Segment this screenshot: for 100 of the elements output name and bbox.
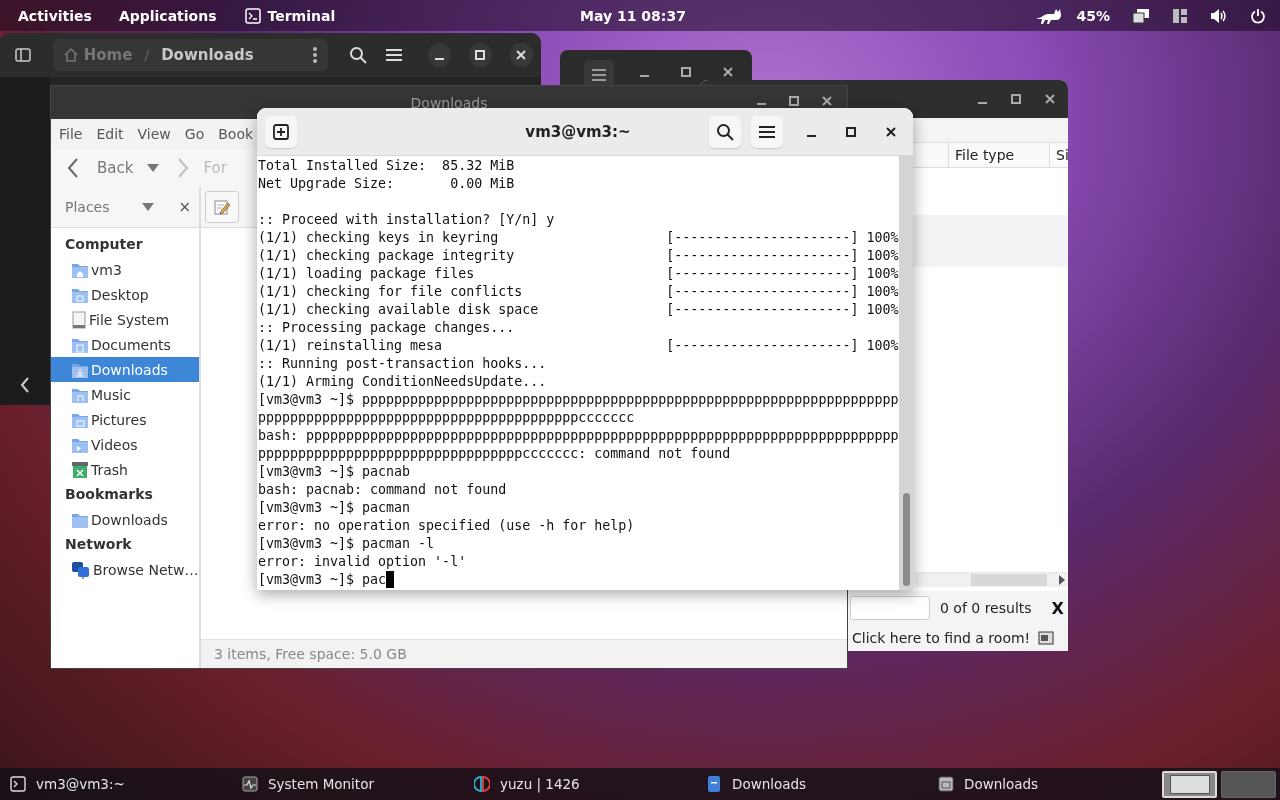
activities-button[interactable]: Activities [9, 7, 101, 24]
system-monitor-icon [242, 776, 258, 792]
terminal-line: bash: pacnab: command not found [258, 481, 508, 499]
back-button[interactable]: Back [67, 158, 134, 178]
terminal-line: [vm3@vm3 ~]$ pacman -l [258, 535, 436, 553]
close-icon [515, 49, 528, 61]
taskbar-item[interactable]: Downloads [696, 776, 928, 792]
terminal-line: bash: pppppppppppppppppppppppppppppppppppppppppppppppppppppppppppppppppppppppppp [258, 427, 899, 445]
taskbar-item[interactable]: System Monitor [232, 776, 464, 792]
terminal-line: [vm3@vm3 ~]$ ppppppppppppppppppppppppppppppppppppppppppppppppppppppppppppppppppp [258, 391, 899, 409]
power-icon[interactable] [1250, 7, 1266, 24]
maximize-icon [1010, 93, 1022, 105]
path-separator: / [144, 47, 150, 63]
sidebar-item[interactable]: Trash [51, 457, 199, 482]
sidebar-item[interactable]: Desktop [51, 282, 199, 307]
search-icon [348, 46, 367, 64]
terminal-line: :: Processing package changes... [258, 319, 516, 337]
taskbar-item[interactable]: Downloads [928, 776, 1160, 792]
sidebar-item[interactable]: vm3 [51, 257, 199, 282]
menu-item[interactable]: View [133, 126, 175, 142]
battery-percentage: 45% [1076, 7, 1110, 24]
progress-percent: 100% [866, 229, 899, 247]
maximize-icon [680, 66, 692, 78]
windows-icon[interactable] [1132, 7, 1150, 24]
app-menu[interactable]: Terminal [235, 7, 345, 24]
file-cabinet-icon [938, 776, 954, 792]
terminal-line: Net Upgrade Size: 0.00 MiB [258, 175, 516, 193]
terminal-line: (1/1) reinstalling mesa [258, 337, 444, 355]
game-controller-icon [474, 776, 490, 792]
close-icon [821, 95, 833, 107]
terminal-input-line: [vm3@vm3 ~]$ pac [258, 571, 387, 589]
window-title: Downloads [410, 94, 488, 111]
terminal-line: (1/1) checking for file conflicts [258, 283, 524, 301]
dropdown-arrow-icon[interactable] [147, 164, 160, 172]
more-options-icon[interactable] [312, 46, 319, 64]
sidebar-item[interactable]: Videos [51, 432, 199, 457]
close-search-button[interactable]: X [1051, 598, 1064, 618]
places-dropdown[interactable]: Places [65, 199, 110, 215]
terminal-line: Total Installed Size: 85.32 MiB [258, 157, 516, 175]
menu-button[interactable] [751, 115, 783, 148]
trash-icon [71, 460, 89, 479]
search-field[interactable] [850, 596, 930, 620]
taskbar-item[interactable]: yuzu | 1426 [464, 776, 696, 792]
window-title: vm3@vm3:~ [524, 122, 632, 141]
minimize-icon [977, 102, 987, 104]
results-count: 0 of 0 results [940, 600, 1032, 616]
maximize-button[interactable] [786, 94, 802, 108]
menu-item[interactable]: Edit [92, 126, 128, 142]
workspace-thumbnail[interactable] [1221, 770, 1276, 798]
section-heading: Network [64, 535, 133, 554]
applications-menu[interactable]: Applications [109, 7, 226, 24]
sidebar-item[interactable]: Documents [51, 332, 199, 357]
close-sidebar-button[interactable]: × [178, 198, 191, 216]
sidebar-item[interactable]: Downloads [51, 357, 199, 382]
tiling-layout-icon[interactable] [1172, 7, 1188, 24]
column-header[interactable]: File type [948, 143, 1049, 167]
drive-icon [71, 310, 87, 329]
terminal-line: :: Running post-transaction hooks... [258, 355, 548, 373]
close-icon [1044, 93, 1056, 105]
terminal-line: error: no operation specified (use -h for help) [258, 517, 636, 535]
terminal-line: (1/1) checking keys in keyring [258, 229, 500, 247]
menu-icon [385, 48, 404, 62]
clock[interactable]: May 11 08:37 [571, 7, 695, 24]
new-tab-button[interactable] [265, 115, 297, 148]
scroll-right-icon[interactable] [1059, 575, 1065, 585]
close-button[interactable] [509, 43, 533, 67]
sidebar-item[interactable]: Music [51, 382, 199, 407]
progress-percent: 100% [866, 247, 899, 265]
minimize-icon [806, 134, 816, 137]
vertical-scrollbar[interactable] [899, 156, 913, 590]
search-icon [716, 122, 734, 141]
progress-bar-text: [----------------------] [666, 301, 859, 319]
window-icon[interactable] [1038, 631, 1055, 645]
menu-icon [591, 69, 607, 81]
sidebar-item[interactable]: File System [51, 307, 199, 332]
menu-item[interactable]: File [55, 126, 87, 142]
taskbar-item[interactable]: vm3@vm3:~ [0, 776, 232, 792]
search-button[interactable] [709, 115, 741, 148]
terminal-icon [10, 776, 26, 792]
close-icon [722, 66, 734, 78]
horizontal-scrollbar[interactable] [915, 572, 1068, 587]
sidebar-item[interactable]: Pictures [51, 407, 199, 432]
edit-location-button[interactable] [205, 191, 239, 223]
volume-icon[interactable] [1210, 7, 1228, 24]
terminal-line: (1/1) Arming ConditionNeedsUpdate... [258, 373, 548, 391]
dropdown-arrow-icon[interactable] [142, 203, 155, 211]
column-header[interactable]: Si [1049, 143, 1068, 167]
maximize-button[interactable] [468, 43, 492, 67]
sidebar-item[interactable]: Downloads [51, 507, 199, 532]
minimize-button[interactable] [427, 43, 451, 67]
path-segment[interactable]: Downloads [161, 46, 254, 64]
new-tab-icon [273, 123, 289, 140]
section-heading: Bookmarks [64, 485, 154, 504]
progress-bar-text: [----------------------] [666, 247, 859, 265]
menu-item[interactable]: Book [214, 126, 258, 142]
close-button[interactable] [819, 94, 835, 108]
terminal-line: (1/1) loading package files [258, 265, 476, 283]
terminal-line: pppppppppppppppppppppppppppppppppccccccc: command not found [258, 445, 732, 463]
sidebar-item[interactable]: Browse Netw… [51, 557, 199, 582]
menu-item[interactable]: Go [180, 126, 209, 142]
